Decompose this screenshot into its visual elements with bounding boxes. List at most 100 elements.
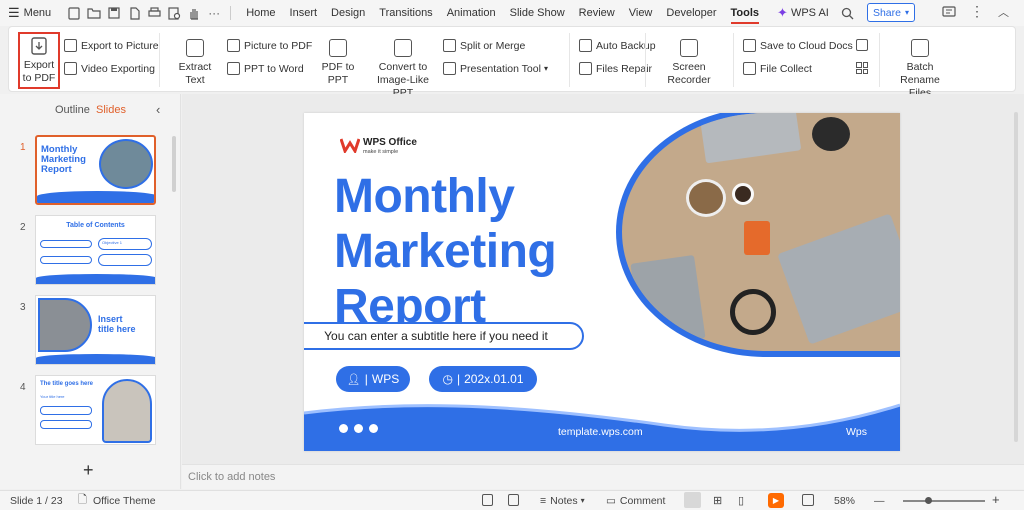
notes-area[interactable]: Click to add notes <box>182 464 1024 489</box>
share-button[interactable]: Share ▾ <box>867 3 915 22</box>
collapse-ribbon-icon[interactable]: ︿ <box>998 4 1009 20</box>
share-label: Share <box>872 6 901 19</box>
add-slide-button[interactable]: + <box>83 460 94 481</box>
backup-icon <box>579 39 592 52</box>
presentation-tool-button[interactable]: Presentation Tool ▾ <box>443 62 548 75</box>
normal-view-icon[interactable] <box>684 492 701 508</box>
thumb3-title-1: Insert <box>98 314 123 324</box>
export-to-picture-button[interactable]: Export to Picture <box>64 39 159 52</box>
thumb2-bar <box>40 240 92 248</box>
chevron-down-icon: ▾ <box>543 64 548 73</box>
zoom-slider[interactable] <box>903 500 985 502</box>
tab-outline[interactable]: Outline <box>55 104 90 116</box>
slide-sorter-icon[interactable]: ⊞ <box>713 494 722 507</box>
ai-sparkle-icon: ✦ <box>777 5 788 20</box>
thumb3-photo <box>38 298 92 352</box>
thumb4-bar <box>40 406 92 415</box>
laptop-image <box>777 213 900 345</box>
menu-button[interactable]: ☰ Menu <box>0 0 58 26</box>
fit-screen-icon[interactable] <box>802 494 814 506</box>
pdf-to-ppt-button[interactable]: PDF to PPT <box>312 39 364 87</box>
reading-view-icon[interactable]: ▯ <box>738 494 744 507</box>
canvas-scrollbar[interactable] <box>1014 112 1018 442</box>
thumb4-title: The title goes here <box>40 381 94 387</box>
ppt-to-word-button[interactable]: PPT to Word <box>227 62 304 75</box>
comment-toggle[interactable]: ▭ Comment <box>606 495 665 507</box>
print-preview-icon[interactable] <box>164 0 184 26</box>
thumb4-bar <box>40 420 92 429</box>
picture-to-pdf-label: Picture to PDF <box>244 39 313 52</box>
new-file-icon[interactable] <box>64 0 84 26</box>
extract-text-button[interactable]: Extract Text <box>169 39 221 87</box>
thumb2-title: Table of Contents <box>66 222 125 229</box>
wps-ai-button[interactable]: ✦ WPS AI <box>770 0 836 26</box>
zoom-slider-handle[interactable] <box>925 497 932 504</box>
slide-1[interactable]: WPS Office make it simple Monthly Market… <box>304 113 900 451</box>
more-options-icon[interactable]: ⋮ <box>970 3 984 20</box>
theme-name[interactable]: Office Theme <box>93 495 156 507</box>
collapse-panel-icon[interactable]: ‹ <box>156 102 160 117</box>
open-folder-icon[interactable] <box>84 0 104 26</box>
files-repair-button[interactable]: Files Repair <box>579 62 652 75</box>
picture-to-pdf-button[interactable]: Picture to PDF <box>227 39 312 52</box>
export-pdf-quick-icon[interactable] <box>124 0 144 26</box>
tab-view[interactable]: View <box>622 0 660 26</box>
file-collect-label: File Collect <box>760 62 812 75</box>
clock-icon: ◷ <box>442 372 453 386</box>
save-icon[interactable] <box>104 0 124 26</box>
comment-panel-icon[interactable] <box>942 6 956 22</box>
play-slideshow-icon[interactable]: ▶ <box>768 493 784 508</box>
files-repair-label: Files Repair <box>596 62 653 75</box>
slide-thumbnail-2[interactable]: Table of Contents Objective 1 <box>35 215 156 285</box>
layout-icon[interactable] <box>482 494 493 506</box>
split-merge-button[interactable]: Split or Merge <box>443 39 525 52</box>
video-exporting-label: Video Exporting <box>81 62 155 75</box>
chevron-down-icon: ▾ <box>580 496 585 505</box>
extract-text-label: Extract Text <box>178 61 212 86</box>
slide-thumbnail-1[interactable]: Monthly Marketing Report <box>35 135 156 205</box>
cloud-sync-icon[interactable] <box>856 39 868 51</box>
tab-review[interactable]: Review <box>572 0 622 26</box>
export-to-pdf-button[interactable]: Export to PDF <box>18 32 60 89</box>
batch-rename-button[interactable]: Batch Rename Files <box>887 39 953 100</box>
tab-transitions[interactable]: Transitions <box>372 0 439 26</box>
subtitle-box[interactable]: You can enter a subtitle here if you nee… <box>304 322 584 350</box>
status-bar: Slide 1 / 23 🗋︎ Office Theme ≡ Notes ▾ ▭… <box>0 490 1024 510</box>
file-collect-button[interactable]: File Collect <box>743 62 812 75</box>
tab-insert[interactable]: Insert <box>283 0 325 26</box>
print-icon[interactable] <box>144 0 164 26</box>
tab-home[interactable]: Home <box>239 0 282 26</box>
tab-animation[interactable]: Animation <box>440 0 503 26</box>
slide-thumbnail-4[interactable]: The title goes here Your title here <box>35 375 156 445</box>
social-dot <box>369 424 378 433</box>
hand-tool-icon[interactable] <box>184 0 204 26</box>
slide-thumbnail-3[interactable]: Insert title here <box>35 295 156 365</box>
ribbon-divider <box>159 33 160 87</box>
thumb2-bar <box>40 256 92 264</box>
video-exporting-button[interactable]: Video Exporting <box>64 62 155 75</box>
convert-image-ppt-button[interactable]: Convert to Image-Like PPT <box>369 39 437 100</box>
save-cloud-docs-button[interactable]: Save to Cloud Docs <box>743 39 853 52</box>
comment-icon: ▭ <box>606 494 616 507</box>
export-picture-label: Export to Picture <box>81 39 159 52</box>
zoom-level[interactable]: 58% <box>834 495 855 507</box>
rename-icon <box>911 39 929 57</box>
theme-icon: 🗋︎ <box>78 494 87 506</box>
tab-design[interactable]: Design <box>324 0 372 26</box>
panel-scrollbar[interactable] <box>172 136 176 192</box>
pill-divider: | <box>364 372 368 386</box>
apps-grid-icon[interactable] <box>856 62 868 74</box>
zoom-in-button[interactable]: + <box>992 492 1000 507</box>
search-icon[interactable] <box>838 0 858 26</box>
screen-recorder-button[interactable]: Screen Recorder <box>651 39 727 87</box>
date-pill: ◷ | 202x.01.01 <box>429 366 537 392</box>
tab-slide-show[interactable]: Slide Show <box>503 0 572 26</box>
export-icon[interactable] <box>508 494 519 506</box>
ribbon-divider <box>879 33 880 87</box>
tab-slides[interactable]: Slides <box>96 104 126 116</box>
tab-tools[interactable]: Tools <box>724 0 767 26</box>
more-icon[interactable]: ··· <box>204 0 224 26</box>
zoom-out-button[interactable]: — <box>874 495 885 507</box>
tab-developer[interactable]: Developer <box>659 0 723 26</box>
notes-toggle[interactable]: ≡ Notes ▾ <box>540 495 585 507</box>
